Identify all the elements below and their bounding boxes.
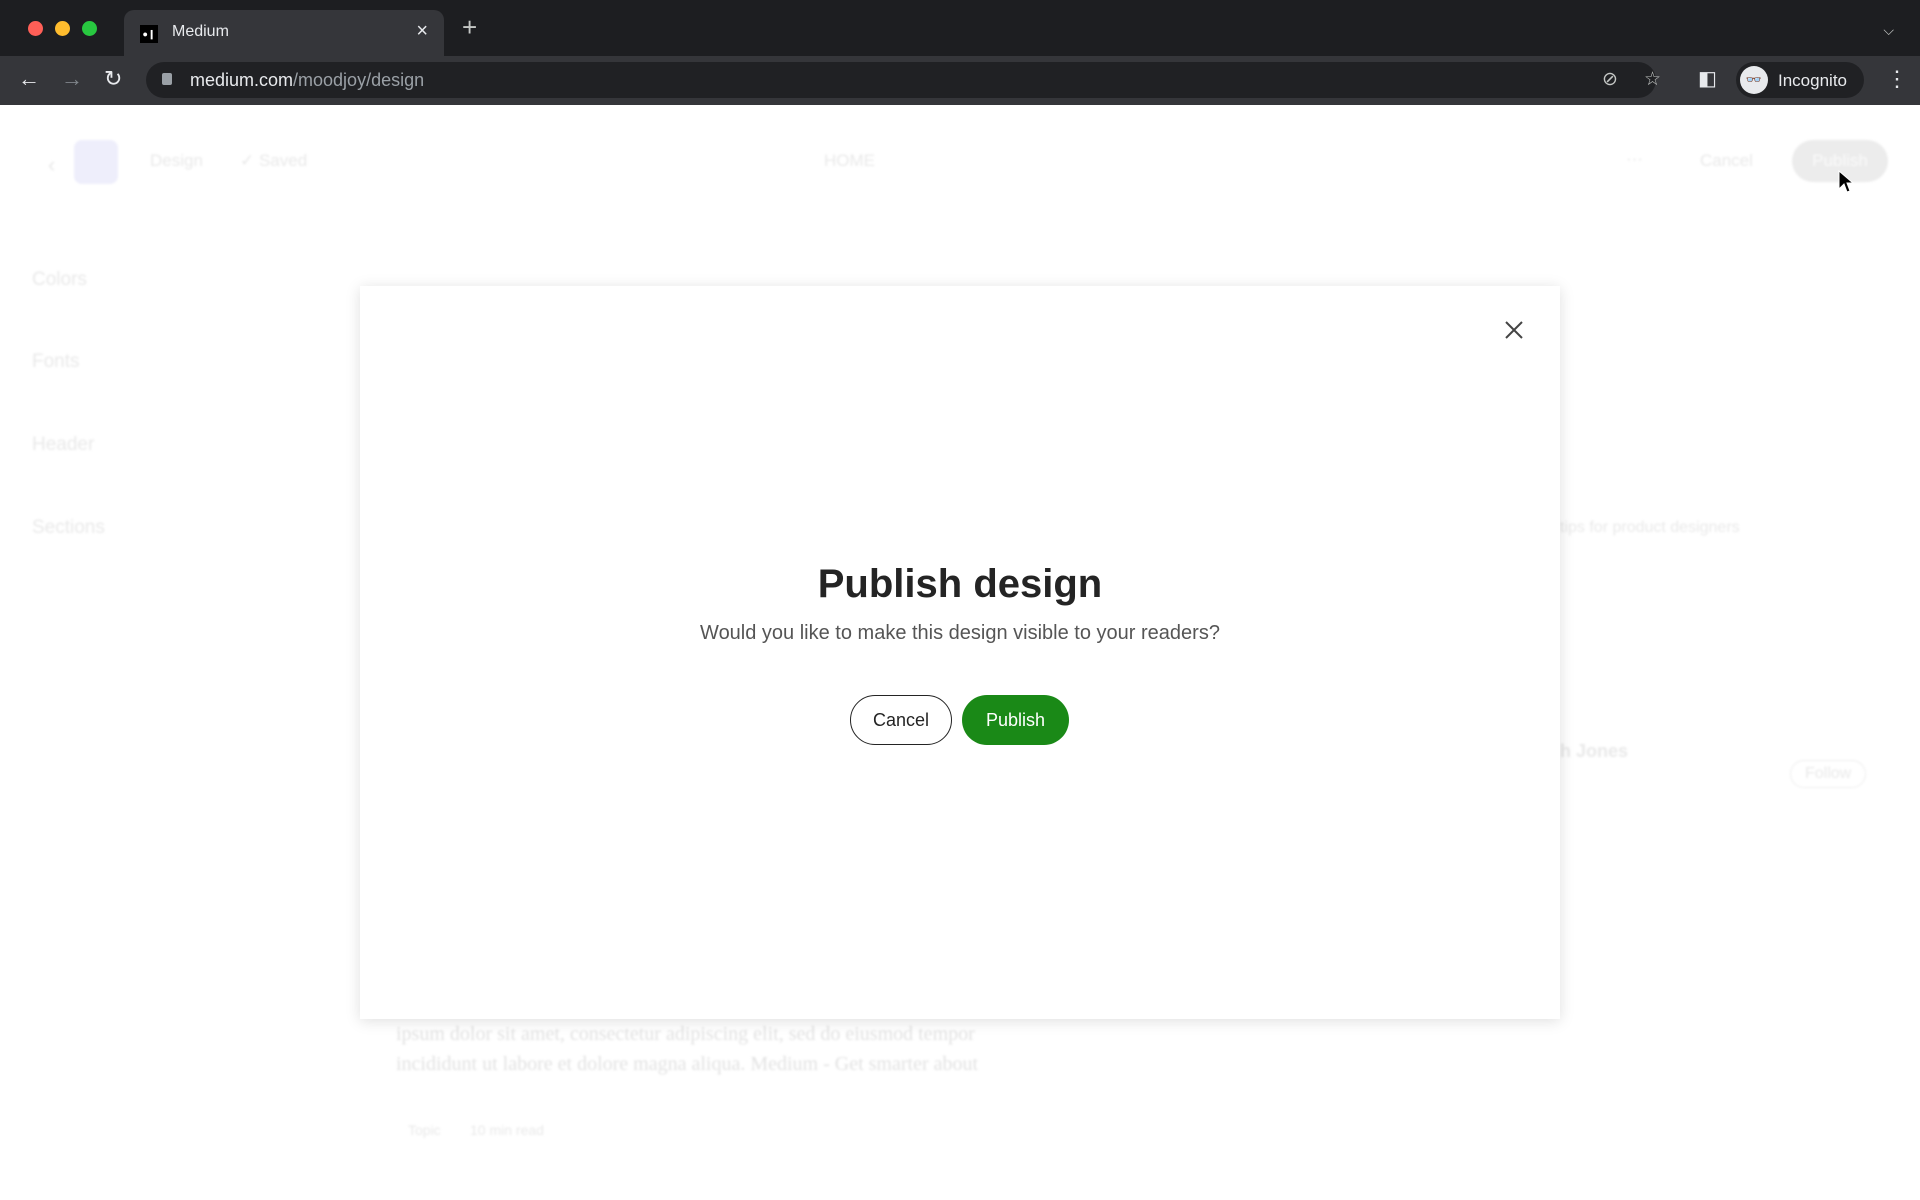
saved-status: ✓ Saved (240, 151, 308, 170)
lock-icon (162, 73, 172, 85)
close-window-button[interactable] (28, 21, 43, 36)
url-text: medium.com/moodjoy/design (190, 70, 424, 91)
browser-toolbar: ← → ↻ medium.com/moodjoy/design ⊘ ☆ ◧ 👓 … (0, 56, 1920, 105)
dialog-message: Would you like to make this design visib… (700, 622, 1220, 644)
close-icon[interactable] (1500, 316, 1528, 344)
saved-text: Saved (258, 151, 308, 170)
publication-logo (74, 140, 118, 184)
tab-search-chevron-icon[interactable]: ⌵ (1883, 22, 1894, 39)
publish-button[interactable]: Publish (962, 695, 1069, 745)
dialog-title: Publish design (817, 562, 1103, 606)
minimize-window-button[interactable] (55, 21, 70, 36)
design-label: Design (150, 151, 203, 170)
url-path: /moodjoy/design (293, 70, 425, 90)
tab-strip: ●❙ Medium × + ⌵ (0, 0, 1920, 56)
preview-tagline: tips for product designers (1560, 519, 1740, 536)
page-select: HOME (824, 151, 875, 170)
sidebar-item-sections: Sections (32, 517, 105, 538)
tab-medium[interactable]: ●❙ Medium × (124, 10, 444, 56)
address-bar[interactable]: medium.com/moodjoy/design ⊘ ☆ (146, 62, 1661, 98)
more-icon: ··· (1626, 149, 1643, 168)
browser-chrome: ●❙ Medium × + ⌵ ← → ↻ medium.com/moodjoy… (0, 0, 1920, 105)
star-icon[interactable]: ☆ (1644, 68, 1661, 91)
publish-dialog: Publish design Would you like to make th… (360, 286, 1560, 1019)
medium-logo-icon: ●❙ (140, 25, 158, 43)
sidebar-item-colors: Colors (32, 269, 87, 290)
menu-icon[interactable]: ⋮ (1886, 66, 1908, 92)
preview-read-time: 10 min read (470, 1122, 544, 1138)
back-icon: ‹ (48, 152, 56, 177)
side-panel-icon[interactable]: ◧ (1698, 66, 1717, 91)
url-host: medium.com (190, 70, 294, 90)
profile-button[interactable]: 👓 Incognito (1736, 62, 1864, 98)
preview-follow-button: Follow (1790, 760, 1867, 788)
tab-title: Medium (172, 23, 229, 40)
eye-off-icon[interactable]: ⊘ (1602, 68, 1618, 91)
sidebar-item-header: Header (32, 434, 95, 455)
mouse-cursor-icon (1838, 170, 1854, 193)
profile-label: Incognito (1778, 71, 1847, 90)
back-button[interactable]: ← (18, 66, 40, 92)
reload-button[interactable]: ↻ (104, 66, 122, 92)
new-tab-button[interactable]: + (462, 14, 477, 40)
preview-excerpt-line: incididunt ut labore et dolore magna ali… (396, 1053, 979, 1075)
bg-cancel-button: Cancel (1700, 151, 1753, 170)
tab-close-icon[interactable]: × (416, 20, 428, 43)
incognito-icon: 👓 (1740, 66, 1768, 94)
preview-author: h Jones (1560, 741, 1629, 761)
preview-excerpt-line: ipsum dolor sit amet, consectetur adipis… (396, 1023, 975, 1045)
sidebar-item-fonts: Fonts (32, 351, 80, 372)
maximize-window-button[interactable] (82, 21, 97, 36)
cancel-button[interactable]: Cancel (850, 695, 952, 745)
preview-topic: Topic (408, 1122, 441, 1138)
forward-button[interactable]: → (61, 66, 83, 92)
